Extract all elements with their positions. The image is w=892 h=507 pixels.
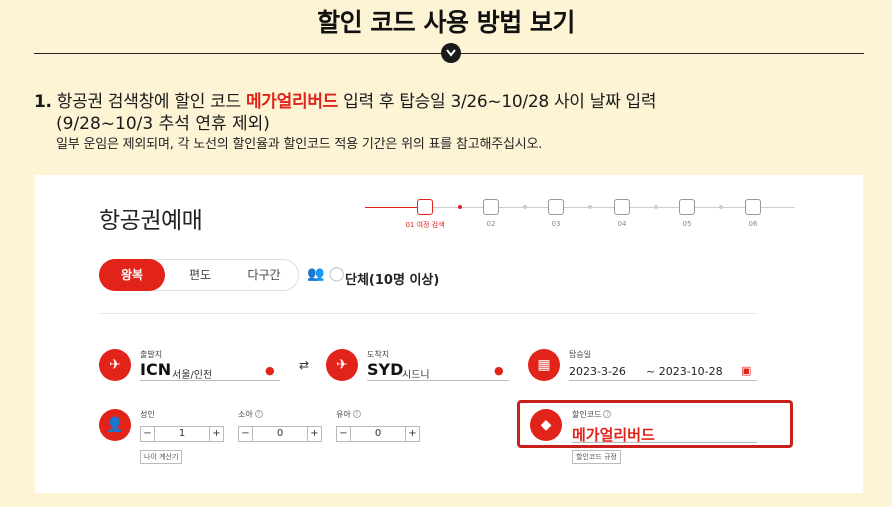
date-label: 탑승일 [569,350,592,359]
date-start[interactable]: 2023-3-26 [569,365,626,378]
adult-count: 1 [178,428,186,439]
progress-step-2: 02 [471,197,511,228]
edit-icon [483,199,499,215]
person-icon: 👤 [99,409,131,441]
booking-title: 항공권예매 [99,208,203,234]
location-pin-icon[interactable]: ● [265,364,275,377]
document-icon [614,199,630,215]
page-title: 할인 코드 사용 방법 보기 [317,8,575,37]
increment-button[interactable]: + [405,427,419,441]
progress-step-4: 04 [602,197,642,228]
calendar-icon: ▦ [528,349,560,381]
help-icon[interactable]: ? [603,410,612,418]
decrement-button[interactable]: − [141,427,155,441]
card-icon [745,199,761,215]
tab-round-trip[interactable]: 왕복 [99,259,165,291]
origin-city[interactable]: 서울/인천 [172,366,212,381]
promo-underline [572,442,757,443]
progress-step-5: 05 [667,197,707,228]
destination-underline [367,380,509,381]
tab-multi-city[interactable]: 다구간 [236,260,292,290]
date-end[interactable]: ~ 2023-10-28 [646,365,723,378]
increment-button[interactable]: + [209,427,223,441]
date-underline [569,380,757,381]
chevron-down-icon [441,43,461,63]
increment-button[interactable]: + [307,427,321,441]
swap-icon[interactable]: ⇄ [299,358,309,372]
child-label: 소아? [238,409,263,420]
booking-panel: 항공권예매 01 여정 검색 02 03 04 05 06 왕복 편도 다구간 … [35,175,863,493]
face-icon [679,199,695,215]
child-stepper[interactable]: − 0 + [238,426,322,442]
trip-type-tabs: 왕복 편도 다구간 [99,259,299,291]
help-icon[interactable]: ? [352,410,361,418]
calendar-icon [417,199,433,215]
promo-rules-button[interactable]: 할인코드 규정 [572,450,621,464]
help-icon[interactable]: ? [254,410,263,418]
calendar-check-icon[interactable]: ▣ [741,364,751,377]
step-text-after: 입력 후 탑승일 3/26~10/28 사이 날짜 입력 [338,92,657,112]
destination-label: 도착지 [367,350,390,359]
destination-code[interactable]: SYD [367,360,403,379]
child-count: 0 [276,428,284,439]
progress-step-1: 01 여정 검색 [405,197,445,230]
infant-label: 유아? [336,409,361,420]
step-number: 1. [34,92,52,112]
location-pin-icon[interactable]: ● [494,364,504,377]
progress-step-3: 03 [536,197,576,228]
progress-steps: 01 여정 검색 02 03 04 05 06 [365,197,795,237]
instruction-step-1-line2: (9/28~10/3 추석 연휴 제외) [56,114,270,134]
plane-landing-icon: ✈ [326,349,358,381]
infant-stepper[interactable]: − 0 + [336,426,420,442]
promo-label: 할인코드? [572,409,612,420]
gift-icon [548,199,564,215]
age-calculator-button[interactable]: 나이 계산기 [140,450,183,464]
decrement-button[interactable]: − [337,427,351,441]
tab-one-way[interactable]: 편도 [176,260,224,290]
infant-count: 0 [374,428,382,439]
adult-label: 성인 [140,410,155,419]
decrement-button[interactable]: − [239,427,253,441]
progress-step-6: 06 [733,197,773,228]
origin-underline [140,380,280,381]
adult-stepper[interactable]: − 1 + [140,426,224,442]
tag-icon: ◆ [530,409,562,441]
group-booking-label[interactable]: 단체(10명 이상) [345,269,439,288]
section-divider [99,313,757,314]
group-check-icon[interactable]: 👥 ◯ [307,266,345,282]
destination-city[interactable]: 시드니 [402,366,430,381]
origin-code[interactable]: ICN [140,360,171,379]
instruction-note: 일부 운임은 제외되며, 각 노선의 할인율과 할인코드 적용 기간은 위의 표… [56,137,543,152]
plane-takeoff-icon: ✈ [99,349,131,381]
origin-label: 출발지 [140,350,163,359]
